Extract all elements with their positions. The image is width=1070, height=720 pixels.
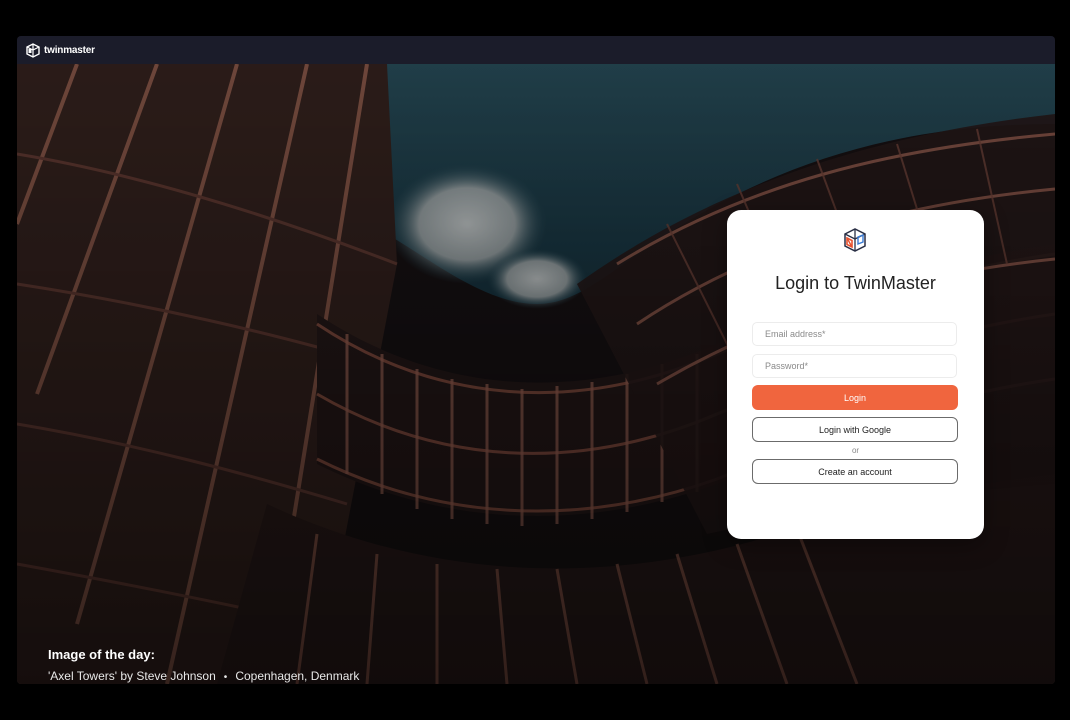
login-with-google-button[interactable]: Login with Google <box>752 417 958 442</box>
login-title: Login to TwinMaster <box>775 273 936 293</box>
image-of-the-day-caption: Image of the day: 'Axel Towers' by Steve… <box>48 647 359 683</box>
create-account-button[interactable]: Create an account <box>752 459 958 484</box>
image-title-credit: 'Axel Towers' by Steve Johnson <box>48 669 216 683</box>
separator-dot: • <box>223 672 228 683</box>
image-location: Copenhagen, Denmark <box>235 669 360 683</box>
top-bar: twinmaster <box>17 36 1055 64</box>
password-field[interactable] <box>752 354 957 378</box>
caption-credit-line: 'Axel Towers' by Steve Johnson • Copenhage… <box>48 669 359 683</box>
or-divider: or <box>851 446 860 455</box>
twinmaster-logo-icon <box>26 42 40 58</box>
login-button[interactable]: Login <box>752 385 958 410</box>
app-window: twinmaster Image of the day: 'Axel Tower… <box>17 36 1055 684</box>
login-card: Login to TwinMaster Login Login with Goo… <box>727 210 984 539</box>
twinmaster-cube-icon <box>842 227 868 258</box>
brand-name: twinmaster <box>44 44 95 56</box>
brand[interactable]: twinmaster <box>26 42 95 58</box>
caption-heading: Image of the day: <box>48 647 155 662</box>
email-field[interactable] <box>752 322 957 346</box>
